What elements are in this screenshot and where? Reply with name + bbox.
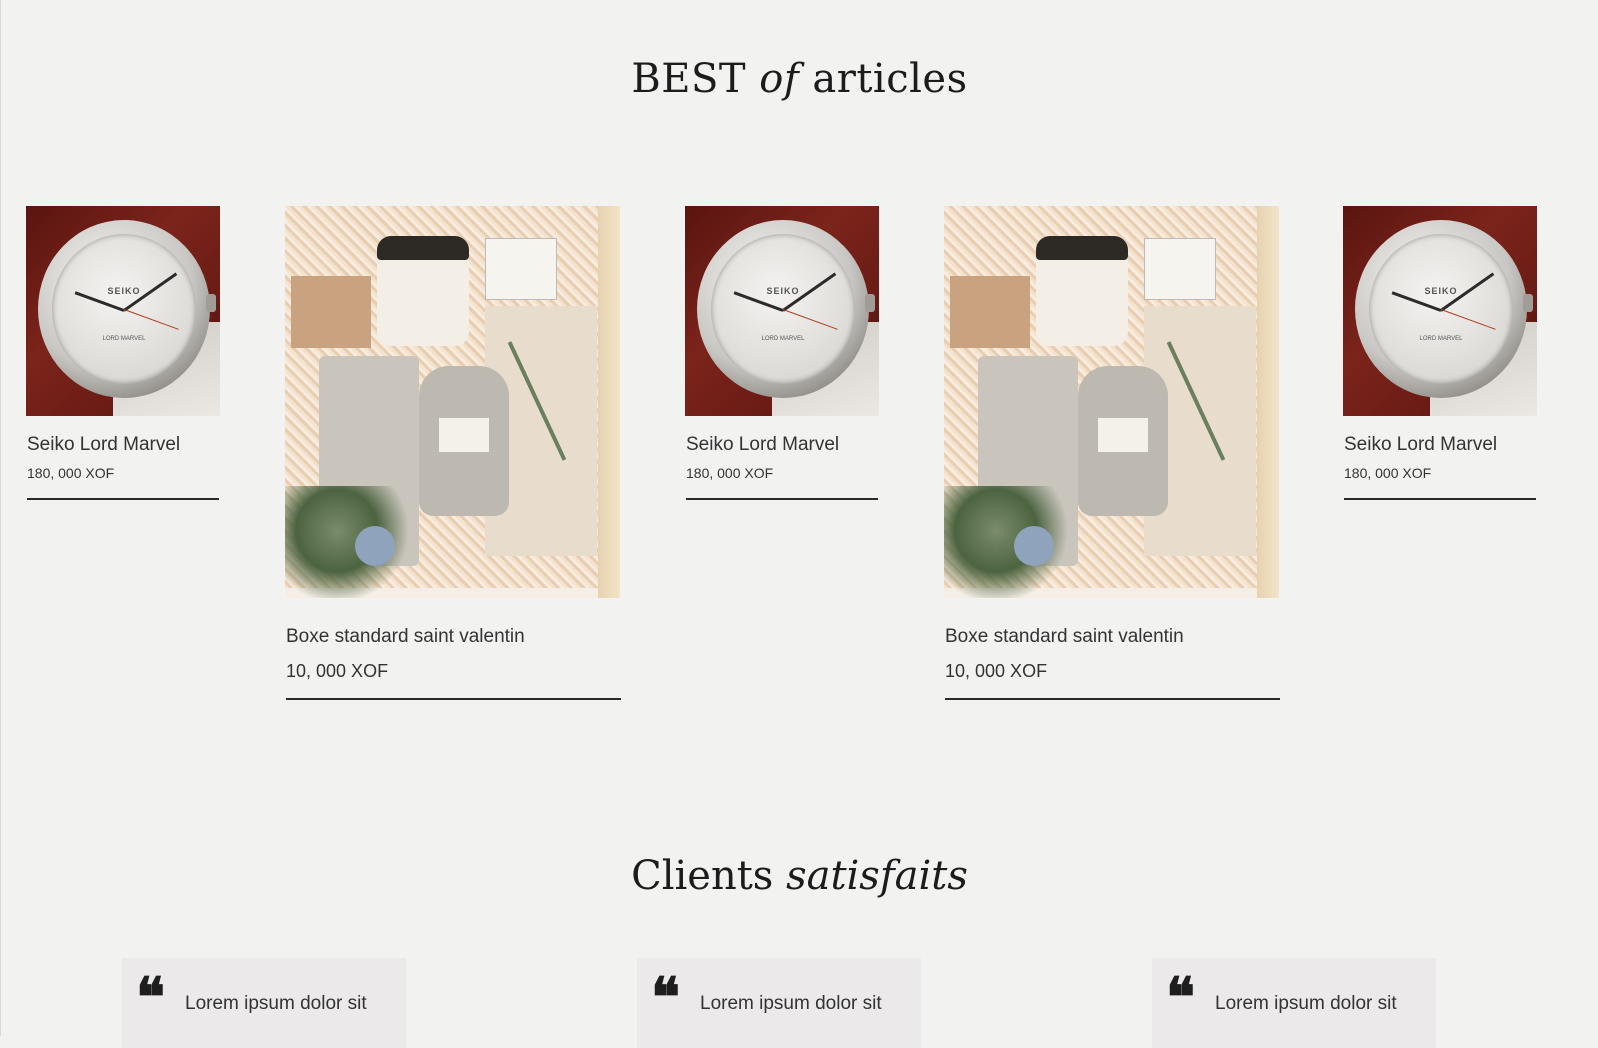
watch-model: LORD MARVEL — [1419, 336, 1463, 342]
testimonial-text: Lorem ipsum dolor sit — [1215, 993, 1397, 1014]
product-image-watch[interactable]: SEIKO LORD MARVEL — [1343, 206, 1537, 416]
product-image-gift-box[interactable] — [285, 206, 620, 598]
title-text: Clients — [631, 853, 774, 899]
title-emphasis: of — [759, 56, 800, 102]
product-price: 180, 000 XOF — [686, 465, 774, 481]
title-emphasis: satisfaits — [786, 853, 968, 899]
clients-title: Clients satisfaits — [1, 853, 1598, 899]
product-price: 10, 000 XOF — [945, 661, 1048, 681]
product-name[interactable]: Boxe standard saint valentin — [945, 626, 1184, 648]
product-divider — [27, 498, 219, 500]
product-divider — [686, 498, 878, 500]
product-name[interactable]: Seiko Lord Marvel — [686, 434, 839, 456]
product-divider — [945, 698, 1280, 700]
watch-brand: SEIKO — [1424, 286, 1458, 296]
product-price: 180, 000 XOF — [27, 465, 115, 481]
product-divider — [286, 698, 621, 700]
testimonial-card: ❝ Lorem ipsum dolor sit — [122, 958, 406, 1048]
quote-icon: ❝ — [136, 965, 166, 1029]
title-text: BEST — [631, 56, 747, 102]
best-articles-title: BEST of articles — [1, 56, 1598, 102]
product-image-watch[interactable]: SEIKO LORD MARVEL — [685, 206, 879, 416]
product-name[interactable]: Boxe standard saint valentin — [286, 626, 525, 648]
watch-brand: SEIKO — [107, 286, 141, 296]
product-name[interactable]: Seiko Lord Marvel — [27, 434, 180, 456]
watch-brand: SEIKO — [766, 286, 800, 296]
product-image-watch[interactable]: SEIKO LORD MARVEL — [26, 206, 220, 416]
quote-icon: ❝ — [1166, 965, 1196, 1029]
testimonial-card: ❝ Lorem ipsum dolor sit — [1152, 958, 1436, 1048]
product-price: 180, 000 XOF — [1344, 465, 1432, 481]
testimonial-text: Lorem ipsum dolor sit — [185, 993, 367, 1014]
product-image-gift-box[interactable] — [944, 206, 1279, 598]
testimonial-text: Lorem ipsum dolor sit — [700, 993, 882, 1014]
product-name[interactable]: Seiko Lord Marvel — [1344, 434, 1497, 456]
quote-icon: ❝ — [651, 965, 681, 1029]
watch-model: LORD MARVEL — [761, 336, 805, 342]
product-divider — [1344, 498, 1536, 500]
title-text: articles — [812, 56, 968, 102]
watch-model: LORD MARVEL — [102, 336, 146, 342]
product-price: 10, 000 XOF — [286, 661, 389, 681]
testimonial-card: ❝ Lorem ipsum dolor sit — [637, 958, 921, 1048]
